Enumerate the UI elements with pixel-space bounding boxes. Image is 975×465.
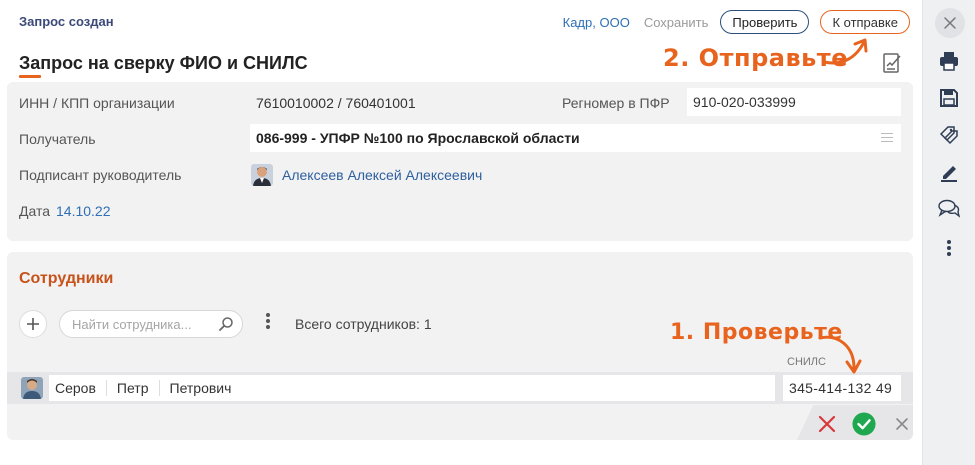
save-file-button[interactable] [937, 86, 961, 110]
more-vertical-icon [947, 240, 951, 258]
reject-icon [818, 415, 836, 433]
employee-first-name[interactable]: Петр [111, 380, 160, 396]
confirm-button[interactable] [852, 412, 876, 436]
recipient-label: Получатель [19, 131, 96, 147]
signer-avatar [251, 164, 273, 186]
check-button[interactable]: Проверить [720, 10, 810, 34]
employees-panel: Сотрудники Всего сотрудников: 1 СНИЛС [7, 252, 913, 440]
inn-kpp-value: 7610010002 / 760401001 [256, 95, 416, 111]
list-icon[interactable] [881, 133, 893, 142]
title-accent [19, 75, 41, 78]
save-icon [940, 89, 958, 107]
check-circle-icon [852, 412, 876, 436]
annotation-check-text: 1. Проверьте [670, 320, 843, 345]
page-title: Запрос на сверку ФИО и СНИЛС [19, 53, 308, 73]
date-label: Дата [19, 203, 51, 219]
row-actions [797, 405, 913, 440]
recipient-value: 086-999 - УПФР №100 по Ярославской облас… [256, 130, 580, 146]
close-icon [944, 17, 956, 29]
signer-label: Подписант руководитель [19, 167, 182, 183]
recipient-field[interactable]: 086-999 - УПФР №100 по Ярославской облас… [250, 124, 901, 152]
request-info-panel: ИНН / КПП организации 7610010002 / 76040… [7, 82, 913, 241]
regnum-label: Регномер в ПФР [562, 95, 670, 111]
print-button[interactable] [937, 49, 961, 73]
signer-link[interactable]: Алексеев Алексей Алексеевич [282, 167, 482, 183]
annotation-send-text: 2. Отправьте [663, 44, 848, 72]
plus-icon [27, 318, 39, 330]
employee-snils-field[interactable]: 345-414-132 49 [783, 375, 901, 401]
main-area: Запрос создан Кадр, ООО Сохранить Провер… [0, 0, 922, 465]
search-icon[interactable] [218, 316, 234, 332]
chat-icon [938, 199, 961, 218]
inn-kpp-label: ИНН / КПП организации [19, 95, 175, 111]
employees-more-icon[interactable] [266, 313, 270, 331]
employee-avatar [21, 377, 43, 399]
cancel-edit-button[interactable] [890, 412, 913, 436]
close-icon [896, 418, 908, 430]
annotation-arrow-to-send [822, 38, 868, 65]
save-button[interactable]: Сохранить [644, 15, 709, 30]
top-actions: Кадр, ООО Сохранить Проверить К отправке [563, 10, 910, 34]
employee-search-input[interactable] [72, 311, 222, 337]
tags-icon [939, 126, 958, 145]
close-button[interactable] [935, 8, 965, 38]
employee-name-field[interactable]: Серов Петр Петрович [49, 375, 775, 401]
annotation-arrow-to-snils [818, 335, 862, 374]
employee-last-name[interactable]: Серов [49, 380, 107, 396]
annotation-check: 1. Проверьте [670, 320, 843, 345]
document-sign-icon[interactable] [880, 51, 904, 75]
tags-button[interactable] [937, 123, 961, 147]
send-button[interactable]: К отправке [820, 10, 910, 34]
org-link[interactable]: Кадр, ООО [563, 15, 630, 30]
employees-total: Всего сотрудников: 1 [295, 316, 432, 332]
regnum-field[interactable]: 910-020-033999 [687, 88, 901, 116]
more-button[interactable] [937, 237, 961, 261]
reject-button[interactable] [815, 412, 839, 436]
comments-button[interactable] [937, 197, 961, 221]
right-toolbar [922, 0, 975, 465]
add-employee-button[interactable] [19, 310, 47, 338]
printer-icon [940, 52, 958, 71]
sign-pen-icon [941, 166, 957, 182]
annotation-send: 2. Отправьте [663, 44, 848, 72]
table-row[interactable]: Серов Петр Петрович 345-414-132 49 [7, 372, 913, 404]
employees-title: Сотрудники [19, 270, 114, 287]
date-value[interactable]: 14.10.22 [56, 203, 111, 219]
sign-button[interactable] [937, 160, 961, 184]
employee-search[interactable] [59, 310, 243, 338]
document-status: Запрос создан [19, 14, 114, 29]
employee-middle-name[interactable]: Петрович [164, 380, 242, 396]
